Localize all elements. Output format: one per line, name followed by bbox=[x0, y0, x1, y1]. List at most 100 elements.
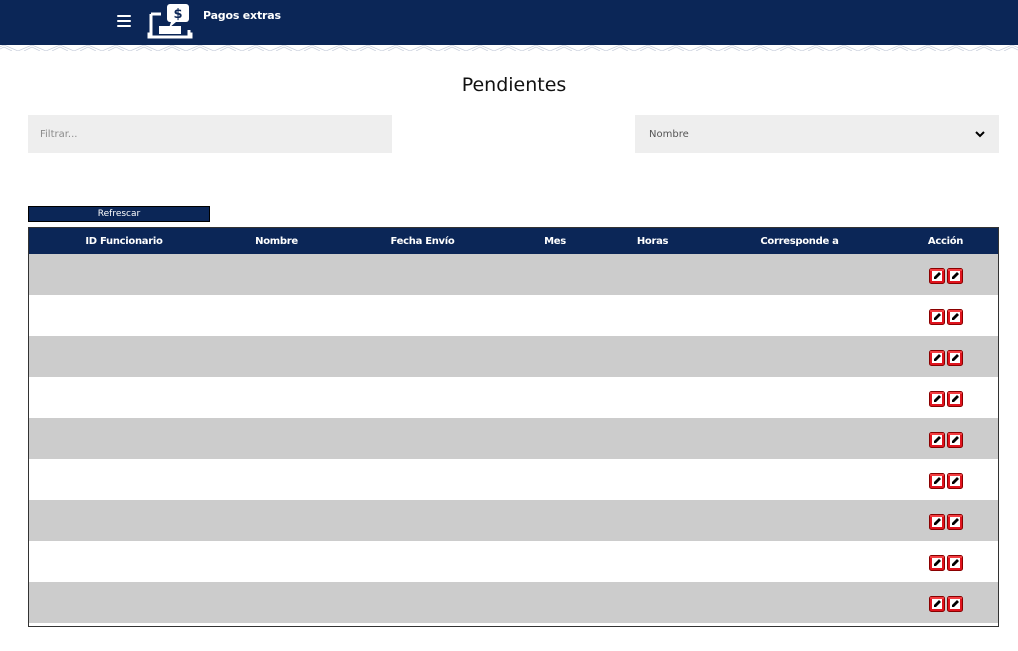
column-header-fecha-envio[interactable]: Fecha Envío bbox=[334, 228, 511, 254]
table-header-row: ID Funcionario Nombre Fecha Envío Mes Ho… bbox=[29, 228, 998, 254]
table-row[interactable] bbox=[29, 377, 998, 418]
table-cell-nombre bbox=[219, 418, 334, 459]
column-header-nombre[interactable]: Nombre bbox=[219, 228, 334, 254]
hamburger-menu-icon[interactable] bbox=[117, 15, 131, 27]
table-cell-id bbox=[29, 295, 219, 336]
column-header-id-funcionario[interactable]: ID Funcionario bbox=[29, 228, 219, 254]
table-cell-actions bbox=[893, 541, 998, 582]
table-cell-actions bbox=[893, 336, 998, 377]
table-cell-nombre bbox=[219, 377, 334, 418]
table-cell-corresponde bbox=[706, 582, 893, 623]
edit-icon[interactable] bbox=[928, 390, 945, 407]
edit-icon[interactable] bbox=[946, 513, 963, 530]
table-cell-corresponde bbox=[706, 500, 893, 541]
filter-input[interactable] bbox=[28, 115, 392, 153]
decorative-pattern bbox=[0, 45, 1018, 51]
table-cell-id bbox=[29, 336, 219, 377]
table-row[interactable] bbox=[29, 541, 998, 582]
table-cell-mes bbox=[511, 377, 599, 418]
edit-icon[interactable] bbox=[946, 554, 963, 571]
table-cell-corresponde bbox=[706, 336, 893, 377]
edit-icon[interactable] bbox=[928, 349, 945, 366]
table-cell-actions bbox=[893, 459, 998, 500]
chevron-down-icon bbox=[975, 130, 985, 137]
edit-icon[interactable] bbox=[946, 431, 963, 448]
column-header-accion: Acción bbox=[893, 228, 998, 254]
edit-icon[interactable] bbox=[928, 513, 945, 530]
table-cell-mes bbox=[511, 418, 599, 459]
table-cell-nombre bbox=[219, 336, 334, 377]
edit-icon[interactable] bbox=[928, 554, 945, 571]
table-cell-id bbox=[29, 377, 219, 418]
table-cell-nombre bbox=[219, 459, 334, 500]
table-cell-nombre bbox=[219, 295, 334, 336]
table-cell-mes bbox=[511, 459, 599, 500]
edit-icon[interactable] bbox=[946, 349, 963, 366]
table-cell-id bbox=[29, 418, 219, 459]
table-row[interactable] bbox=[29, 295, 998, 336]
edit-icon[interactable] bbox=[946, 390, 963, 407]
table-cell-fecha bbox=[334, 500, 511, 541]
table-row[interactable] bbox=[29, 336, 998, 377]
table-cell-corresponde bbox=[706, 418, 893, 459]
edit-icon[interactable] bbox=[946, 472, 963, 489]
table-cell-corresponde bbox=[706, 459, 893, 500]
table-cell-actions bbox=[893, 377, 998, 418]
column-header-horas[interactable]: Horas bbox=[599, 228, 706, 254]
table-cell-fecha bbox=[334, 254, 511, 295]
table-cell-id bbox=[29, 541, 219, 582]
table-cell-id bbox=[29, 500, 219, 541]
table-cell-horas bbox=[599, 500, 706, 541]
edit-icon[interactable] bbox=[928, 595, 945, 612]
edit-icon[interactable] bbox=[928, 267, 945, 284]
table-cell-mes bbox=[511, 254, 599, 295]
table-cell-horas bbox=[599, 459, 706, 500]
table-cell-actions bbox=[893, 254, 998, 295]
edit-icon[interactable] bbox=[946, 595, 963, 612]
svg-text:$: $ bbox=[173, 7, 182, 22]
filter-field-select[interactable]: Nombre bbox=[635, 115, 999, 153]
table-cell-id bbox=[29, 254, 219, 295]
table-cell-horas bbox=[599, 295, 706, 336]
table-row[interactable] bbox=[29, 582, 998, 623]
table-cell-nombre bbox=[219, 500, 334, 541]
edit-icon[interactable] bbox=[928, 431, 945, 448]
edit-icon[interactable] bbox=[928, 308, 945, 325]
table-cell-fecha bbox=[334, 295, 511, 336]
table-row[interactable] bbox=[29, 500, 998, 541]
table-cell-fecha bbox=[334, 336, 511, 377]
select-value: Nombre bbox=[649, 128, 689, 140]
table-cell-horas bbox=[599, 254, 706, 295]
table-row[interactable] bbox=[29, 418, 998, 459]
table-cell-id bbox=[29, 459, 219, 500]
table-cell-actions bbox=[893, 295, 998, 336]
table-cell-fecha bbox=[334, 582, 511, 623]
edit-icon[interactable] bbox=[946, 267, 963, 284]
table-cell-horas bbox=[599, 582, 706, 623]
table-cell-nombre bbox=[219, 582, 334, 623]
table-cell-horas bbox=[599, 377, 706, 418]
table-cell-mes bbox=[511, 336, 599, 377]
edit-icon[interactable] bbox=[946, 308, 963, 325]
table-cell-id bbox=[29, 582, 219, 623]
table-cell-mes bbox=[511, 295, 599, 336]
table-row[interactable] bbox=[29, 459, 998, 500]
table-cell-actions bbox=[893, 418, 998, 459]
table-cell-horas bbox=[599, 418, 706, 459]
pending-table: ID Funcionario Nombre Fecha Envío Mes Ho… bbox=[28, 227, 999, 627]
column-header-mes[interactable]: Mes bbox=[511, 228, 599, 254]
laptop-dollar-icon: $ bbox=[147, 4, 193, 39]
table-cell-fecha bbox=[334, 459, 511, 500]
column-header-corresponde-a[interactable]: Corresponde a bbox=[706, 228, 893, 254]
table-cell-corresponde bbox=[706, 254, 893, 295]
table-cell-actions bbox=[893, 582, 998, 623]
top-bar: $ Pagos extras bbox=[0, 0, 1018, 45]
edit-icon[interactable] bbox=[928, 472, 945, 489]
table-cell-nombre bbox=[219, 541, 334, 582]
table-cell-fecha bbox=[334, 418, 511, 459]
table-cell-mes bbox=[511, 541, 599, 582]
table-row[interactable] bbox=[29, 254, 998, 295]
table-cell-nombre bbox=[219, 254, 334, 295]
table-cell-horas bbox=[599, 336, 706, 377]
refresh-button[interactable]: Refrescar bbox=[28, 206, 210, 222]
